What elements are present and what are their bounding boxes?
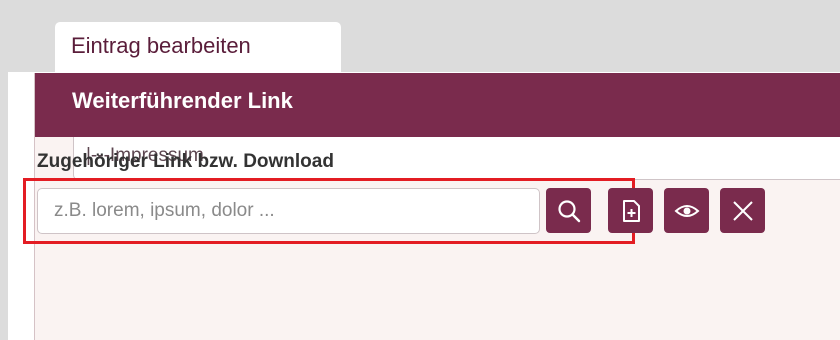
tab-label: Eintrag bearbeiten bbox=[71, 33, 251, 58]
clear-button[interactable] bbox=[720, 188, 765, 233]
tab-eintrag-bearbeiten[interactable]: Eintrag bearbeiten bbox=[55, 22, 341, 74]
search-icon bbox=[557, 199, 580, 222]
file-plus-icon bbox=[622, 199, 640, 222]
close-icon bbox=[732, 200, 753, 221]
search-button[interactable] bbox=[546, 188, 591, 233]
download-field-label: Zugehöriger Link bzw. Download bbox=[37, 151, 334, 172]
panel-title: Weiterführender Link bbox=[72, 88, 293, 113]
add-file-button[interactable] bbox=[608, 188, 653, 233]
link-search-input[interactable] bbox=[37, 188, 540, 234]
preview-button[interactable] bbox=[664, 188, 709, 233]
panel-header: Weiterführender Link bbox=[35, 73, 840, 137]
eye-icon bbox=[674, 204, 699, 217]
